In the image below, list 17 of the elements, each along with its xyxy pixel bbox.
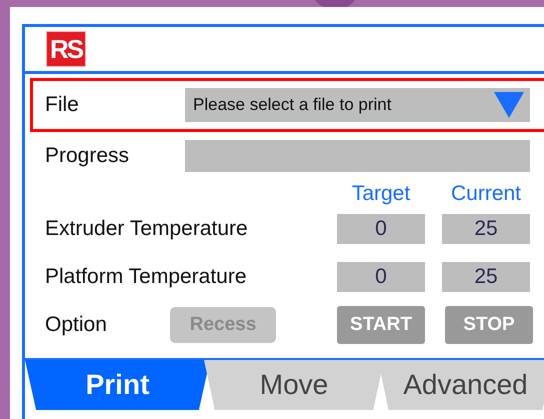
temperature-label: Extruder Temperature — [45, 217, 249, 241]
tab[interactable]: Advanced — [378, 360, 544, 410]
start-button[interactable]: START — [337, 306, 425, 344]
file-dropdown[interactable]: Please select a file to print — [185, 88, 530, 122]
target-value: 0 — [337, 262, 425, 292]
temperature-label: Platform Temperature — [45, 265, 248, 289]
column-heading: Current — [450, 182, 522, 206]
file-label: File — [45, 93, 80, 117]
current-value: 25 — [442, 262, 530, 292]
target-value: 0 — [337, 214, 425, 244]
dropdown-triangle-icon — [494, 92, 524, 118]
column-heading: Target — [350, 182, 412, 206]
logo: RS — [47, 32, 86, 66]
stop-button[interactable]: STOP — [445, 306, 533, 344]
option-label: Option — [45, 313, 108, 337]
progress-label: Progress — [45, 144, 130, 168]
current-value: 25 — [442, 214, 530, 244]
